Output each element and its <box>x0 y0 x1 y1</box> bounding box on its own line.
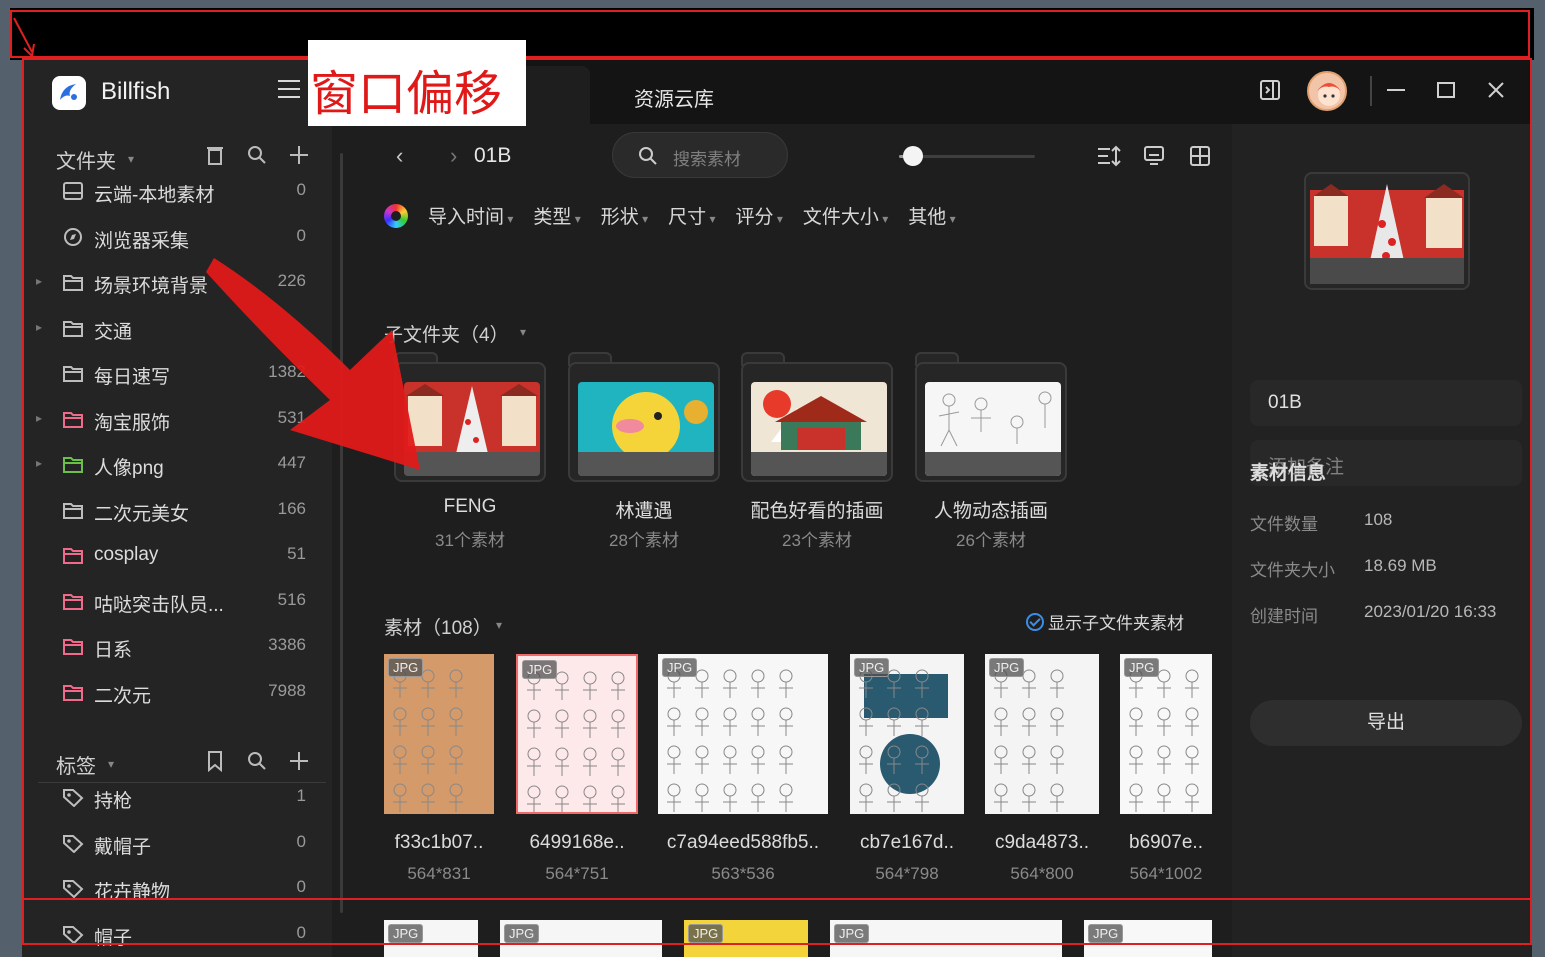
screenshot-stage: Billfish 资源云库 文件夹 ▾ 云端-本地素材 0 浏览器采集 0 ▸ … <box>0 0 1545 957</box>
red-arrow-annotation <box>13 17 420 470</box>
annotation-caption-box: 窗口偏移 <box>308 40 526 126</box>
annotation-caption: 窗口偏移 <box>310 66 503 122</box>
